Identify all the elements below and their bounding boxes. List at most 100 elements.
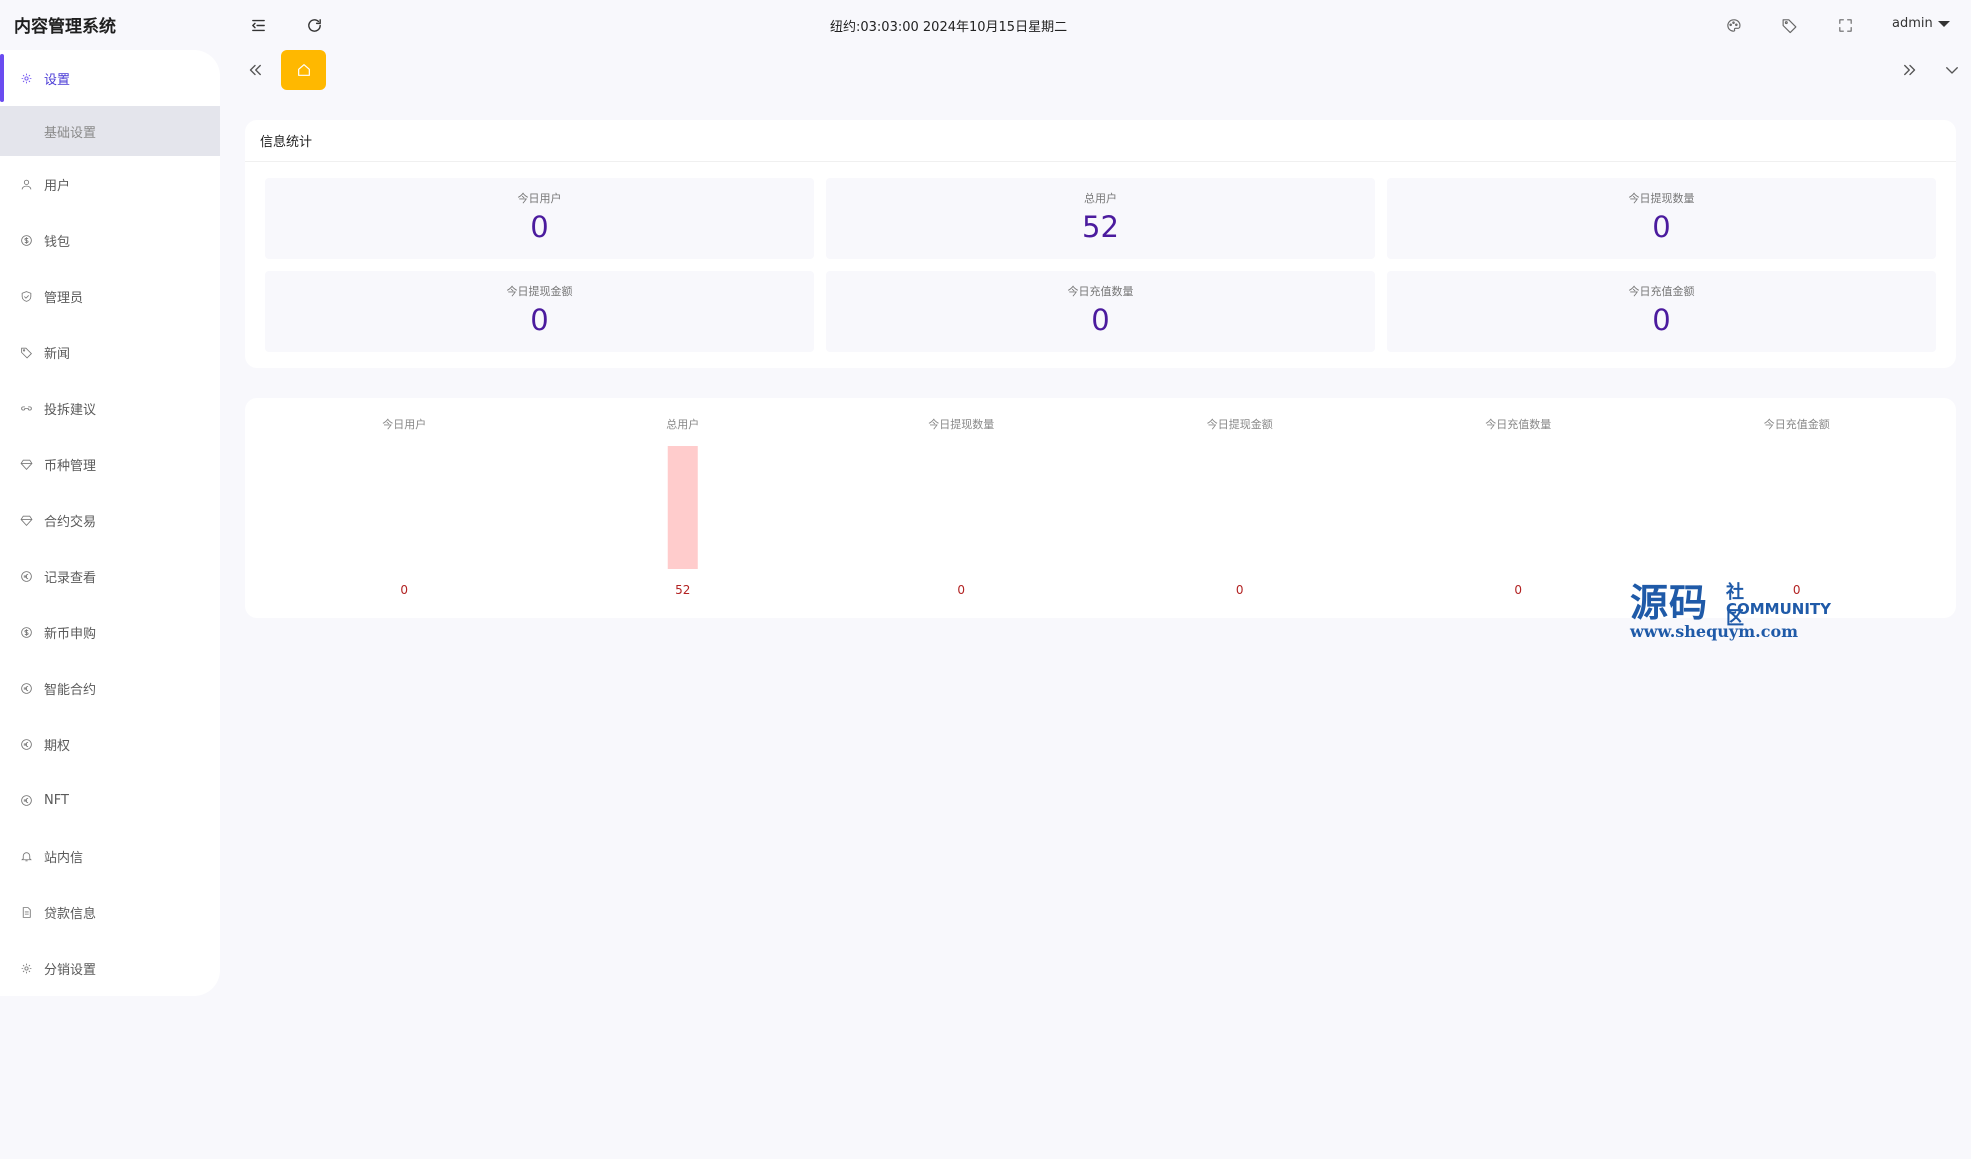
sidebar-item-11[interactable]: 期权 bbox=[0, 716, 220, 772]
sidebar-item-label: 投拆建议 bbox=[44, 402, 97, 418]
gear-icon bbox=[18, 960, 34, 976]
sidebar-item-15[interactable]: 分销设置 bbox=[0, 940, 220, 996]
stat-value: 0 bbox=[530, 210, 549, 244]
stat-box: 今日充值金额 0 bbox=[1387, 271, 1936, 352]
bell-icon bbox=[18, 848, 34, 864]
chart-category-label: 今日用户 bbox=[382, 417, 426, 431]
stats-grid: 今日用户 0 总用户 52 今日提现数量 0 今日提现金额 0 今日充值数量 0 今日充值金额 0 bbox=[265, 178, 1936, 352]
sidebar-item-label: 设置 bbox=[44, 72, 71, 88]
gear-icon bbox=[18, 70, 34, 86]
sidebar-item-0[interactable]: 设置 bbox=[0, 50, 220, 106]
tabs-dropdown-icon[interactable] bbox=[1940, 58, 1964, 82]
stat-box: 总用户 52 bbox=[826, 178, 1375, 259]
chart-value-label: 0 bbox=[1793, 583, 1801, 597]
caret-down-icon bbox=[1937, 20, 1950, 27]
watermark-url: www.shequym.com bbox=[1630, 622, 1799, 641]
sidebar-item-4[interactable]: 新闻 bbox=[0, 324, 220, 380]
euro-icon bbox=[18, 680, 34, 696]
sidebar-item-6[interactable]: 币种管理 bbox=[0, 436, 220, 492]
doc-icon bbox=[18, 904, 34, 920]
chart-value-label: 0 bbox=[957, 583, 965, 597]
tag-icon[interactable] bbox=[1778, 14, 1800, 36]
app-title: 内容管理系统 bbox=[14, 17, 116, 37]
sidebar-subitem-label: 基础设置 bbox=[44, 125, 97, 141]
sidebar-item-10[interactable]: 智能合约 bbox=[0, 660, 220, 716]
chart-category-label: 今日充值数量 bbox=[1485, 417, 1551, 431]
stats-card-title: 信息统计 bbox=[245, 120, 1956, 162]
stat-value: 0 bbox=[1652, 303, 1671, 337]
sidebar-item-3[interactable]: 管理员 bbox=[0, 268, 220, 324]
stat-label: 今日充值数量 bbox=[1067, 285, 1134, 298]
sidebar: 设置基础设置用户钱包管理员新闻投拆建议币种管理合约交易记录查看新币申购智能合约期… bbox=[0, 50, 220, 996]
sidebar-item-label: 分销设置 bbox=[44, 962, 97, 978]
sidebar-item-label: 钱包 bbox=[44, 234, 71, 250]
tabs-scroll-left-icon[interactable] bbox=[243, 58, 267, 82]
chart-value-label: 0 bbox=[400, 583, 408, 597]
sidebar-item-label: 贷款信息 bbox=[44, 906, 97, 922]
dollar-icon bbox=[18, 232, 34, 248]
stat-value: 0 bbox=[1652, 210, 1671, 244]
user-menu[interactable]: admin bbox=[1892, 16, 1950, 31]
dollar-icon bbox=[18, 624, 34, 640]
sidebar-item-label: 管理员 bbox=[44, 290, 84, 306]
theme-palette-icon[interactable] bbox=[1722, 14, 1744, 36]
sidebar-item-1[interactable]: 用户 bbox=[0, 156, 220, 212]
username: admin bbox=[1892, 16, 1933, 31]
watermark-community: COMMUNITY bbox=[1726, 600, 1832, 618]
stat-label: 今日充值金额 bbox=[1628, 285, 1695, 298]
stat-box: 今日充值数量 0 bbox=[826, 271, 1375, 352]
user-icon bbox=[18, 176, 34, 192]
euro-icon bbox=[18, 568, 34, 584]
chart-category-label: 今日提现金额 bbox=[1207, 417, 1273, 431]
stats-card: 信息统计 今日用户 0 总用户 52 今日提现数量 0 今日提现金额 0 今日充值数量 0 今日充值… bbox=[245, 120, 1956, 368]
sidebar-item-label: 合约交易 bbox=[44, 514, 97, 530]
sidebar-item-12[interactable]: NFT bbox=[0, 772, 220, 828]
sidebar-subitem-0-0[interactable]: 基础设置 bbox=[0, 106, 220, 156]
chart-category-label: 今日充值金额 bbox=[1764, 417, 1830, 431]
stat-label: 总用户 bbox=[1084, 192, 1117, 205]
home-icon bbox=[297, 64, 310, 76]
sidebar-item-label: 新闻 bbox=[44, 346, 71, 362]
sidebar-item-label: 记录查看 bbox=[44, 570, 97, 586]
chart-category-label: 总用户 bbox=[666, 417, 699, 431]
sidebar-item-2[interactable]: 钱包 bbox=[0, 212, 220, 268]
stat-label: 今日提现金额 bbox=[506, 285, 573, 298]
sidebar-item-label: NFT bbox=[44, 792, 69, 808]
stat-value: 0 bbox=[1091, 303, 1110, 337]
sidebar-item-label: 币种管理 bbox=[44, 458, 97, 474]
collapse-menu-icon[interactable] bbox=[247, 14, 269, 36]
tabs-scroll-right-icon[interactable] bbox=[1898, 58, 1922, 82]
sidebar-item-7[interactable]: 合约交易 bbox=[0, 492, 220, 548]
stat-label: 今日用户 bbox=[517, 192, 562, 205]
sidebar-item-5[interactable]: 投拆建议 bbox=[0, 380, 220, 436]
chart-bar bbox=[667, 446, 698, 569]
chart-value-label: 0 bbox=[1236, 583, 1244, 597]
clock-display: 纽约:03:03:00 2024年10月15日星期二 bbox=[830, 20, 1068, 35]
stat-box: 今日用户 0 bbox=[265, 178, 814, 259]
sidebar-item-9[interactable]: 新币申购 bbox=[0, 604, 220, 660]
sidebar-item-label: 智能合约 bbox=[44, 682, 97, 698]
chart-value-label: 0 bbox=[1514, 583, 1522, 597]
sidebar-item-8[interactable]: 记录查看 bbox=[0, 548, 220, 604]
chart-value-label: 52 bbox=[675, 583, 690, 597]
link-icon bbox=[18, 400, 34, 416]
sidebar-item-label: 用户 bbox=[44, 178, 71, 194]
sidebar-item-label: 站内信 bbox=[44, 850, 84, 866]
sidebar-item-13[interactable]: 站内信 bbox=[0, 828, 220, 884]
refresh-icon[interactable] bbox=[303, 14, 325, 36]
chart-category-label: 今日提现数量 bbox=[928, 417, 994, 431]
watermark-logo: 源码 社区 COMMUNITY www.shequym.com bbox=[1630, 572, 1831, 641]
home-tab[interactable] bbox=[281, 50, 326, 90]
stat-box: 今日提现金额 0 bbox=[265, 271, 814, 352]
sidebar-item-14[interactable]: 贷款信息 bbox=[0, 884, 220, 940]
sidebar-item-label: 期权 bbox=[44, 738, 71, 754]
watermark-main: 源码 bbox=[1630, 580, 1709, 625]
tag-icon bbox=[18, 344, 34, 360]
stat-label: 今日提现数量 bbox=[1628, 192, 1695, 205]
diamond-icon bbox=[18, 456, 34, 472]
euro-icon bbox=[18, 736, 34, 752]
fullscreen-icon[interactable] bbox=[1834, 14, 1856, 36]
diamond-icon bbox=[18, 512, 34, 528]
stat-box: 今日提现数量 0 bbox=[1387, 178, 1936, 259]
shield-icon bbox=[18, 288, 34, 304]
